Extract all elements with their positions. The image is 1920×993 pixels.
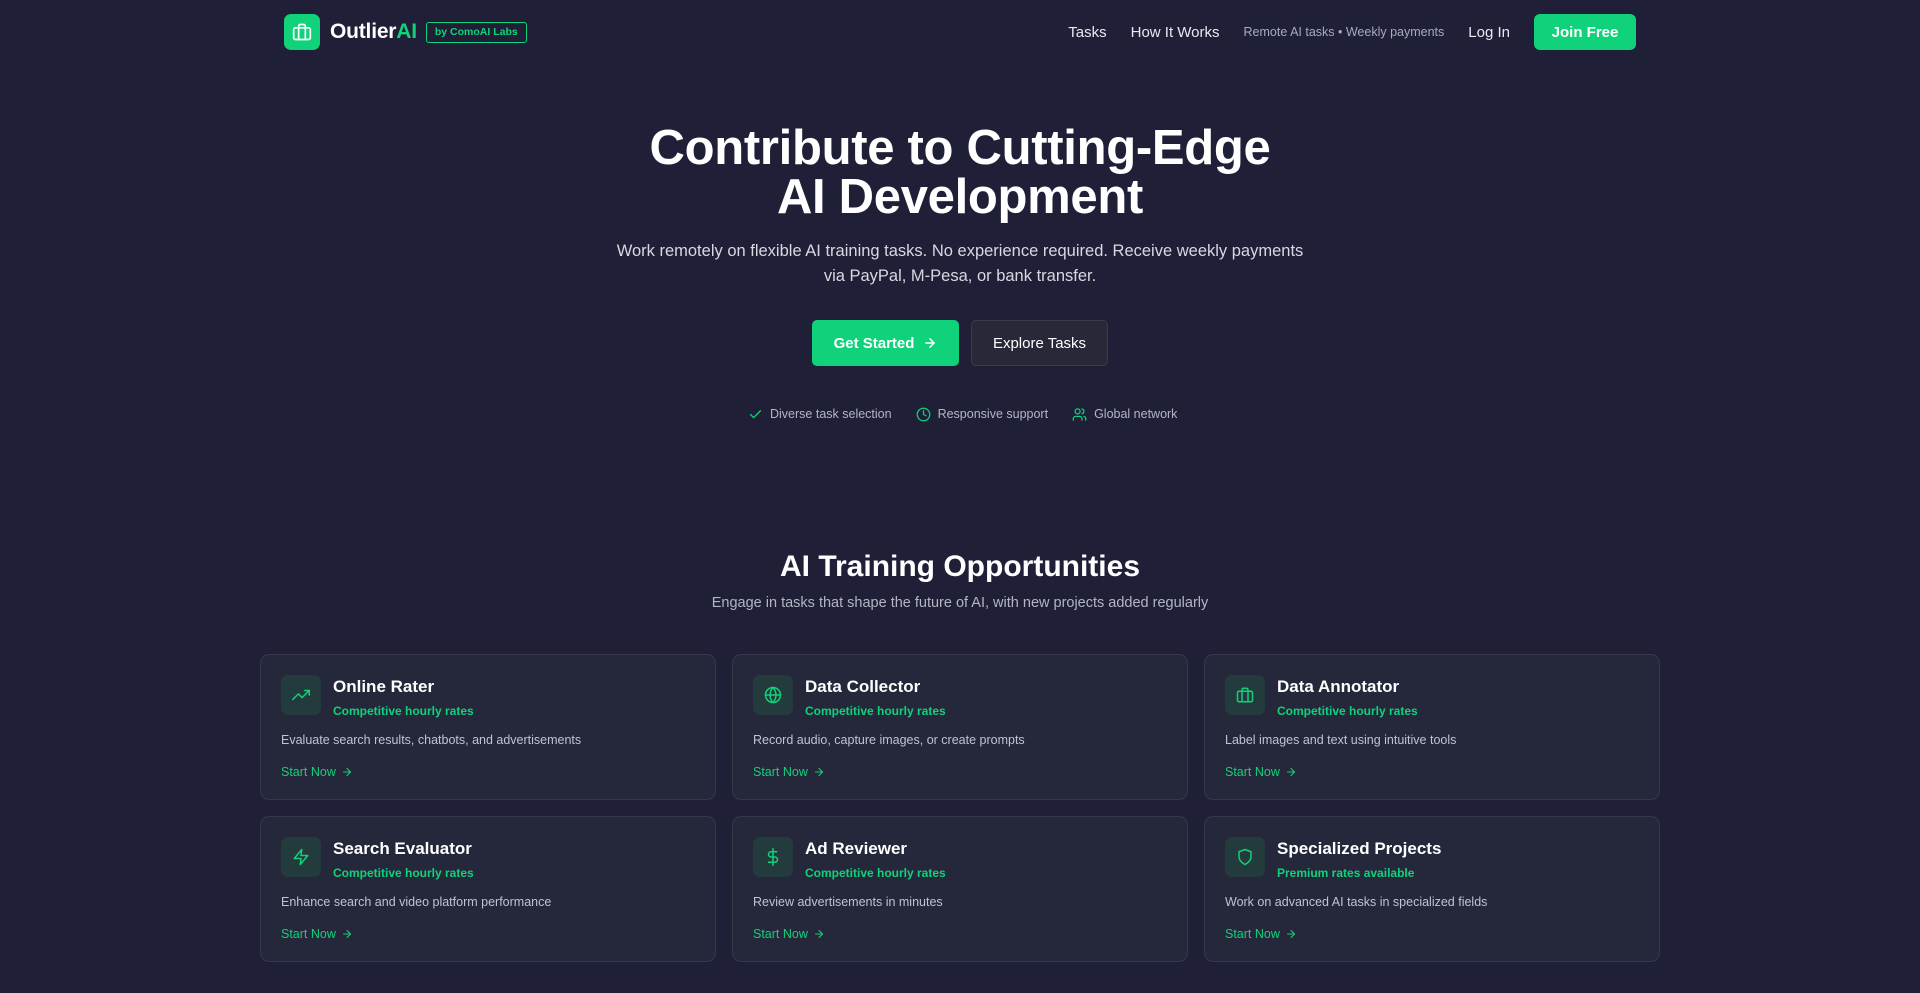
clock-icon (916, 407, 930, 421)
arrow-right-icon (814, 767, 823, 777)
hero-subtitle-line-2: via PayPal, M-Pesa, or bank transfer. (823, 266, 1097, 285)
shield-icon (1225, 837, 1265, 877)
card-title: Search Evaluator (333, 839, 472, 858)
card-data-collector: Data Collector Competitive hourly rates … (732, 654, 1188, 800)
get-started-button[interactable]: Get Started (812, 320, 959, 366)
start-now-link[interactable]: Start Now (281, 765, 353, 779)
card-rate: Competitive hourly rates (333, 704, 474, 718)
nav-link-how-it-works[interactable]: How It Works (1131, 24, 1220, 41)
nav-link-tasks[interactable]: Tasks (1068, 24, 1106, 41)
section-title: AI Training Opportunities (780, 550, 1140, 583)
hero-buttons: Get Started Explore Tasks (812, 320, 1108, 366)
hero-title-line-2: AI Development (776, 170, 1144, 224)
arrow-right-icon (342, 929, 351, 939)
join-free-button[interactable]: Join Free (1534, 14, 1636, 50)
arrow-right-icon (342, 767, 351, 777)
start-now-link[interactable]: Start Now (753, 765, 825, 779)
card-title: Specialized Projects (1277, 839, 1442, 858)
check-icon (749, 409, 762, 418)
card-search-evaluator: Search Evaluator Competitive hourly rate… (260, 816, 716, 962)
feature-item: Diverse task selection (748, 407, 892, 422)
brand-badge: by ComoAI Labs (425, 21, 527, 43)
start-now-link[interactable]: Start Now (1225, 765, 1297, 779)
card-title: Online Rater (333, 677, 435, 696)
nav-links: Tasks How It Works Remote AI tasks • Wee… (1068, 14, 1636, 50)
start-now-link[interactable]: Start Now (753, 927, 825, 941)
hero-title-line-1: Contribute to Cutting-Edge (649, 121, 1271, 175)
card-rate: Competitive hourly rates (333, 866, 474, 880)
card-ad-reviewer: Ad Reviewer Competitive hourly rates Rev… (732, 816, 1188, 962)
briefcase-icon (1225, 675, 1265, 715)
card-title: Ad Reviewer (805, 839, 908, 858)
start-now-label: Start Now (1225, 765, 1280, 779)
start-now-label: Start Now (281, 927, 336, 941)
start-now-label: Start Now (753, 765, 808, 779)
card-description: Work on advanced AI tasks in specialized… (1225, 895, 1488, 909)
opportunities-grid: Online Rater Competitive hourly rates Ev… (260, 654, 1660, 962)
start-now-link[interactable]: Start Now (1225, 927, 1297, 941)
brand[interactable]: OutlierAI by ComoAI Labs (284, 14, 527, 50)
brand-name: OutlierAI (330, 20, 417, 43)
start-now-link[interactable]: Start Now (281, 927, 353, 941)
top-nav: OutlierAI by ComoAI Labs Tasks How It Wo… (284, 14, 1636, 50)
card-rate: Competitive hourly rates (805, 704, 946, 718)
card-rate: Competitive hourly rates (1277, 704, 1418, 718)
card-specialized-projects: Specialized Projects Premium rates avail… (1204, 816, 1660, 962)
card-online-rater: Online Rater Competitive hourly rates Ev… (260, 654, 716, 800)
feature-item: Global network (1072, 407, 1177, 422)
login-link[interactable]: Log In (1468, 24, 1510, 41)
trending-up-icon (281, 675, 321, 715)
hero-features: Diverse task selection Responsive suppor… (748, 405, 1177, 423)
feature-label: Diverse task selection (770, 407, 892, 421)
card-description: Record audio, capture images, or create … (753, 733, 1025, 747)
start-now-label: Start Now (1225, 927, 1280, 941)
get-started-label: Get Started (833, 334, 915, 352)
start-now-label: Start Now (281, 765, 336, 779)
feature-item: Responsive support (916, 407, 1048, 422)
dollar-icon (753, 837, 793, 877)
users-icon (1072, 407, 1087, 421)
card-title: Data Annotator (1277, 677, 1400, 696)
hero-title: Contribute to Cutting-Edge AI Developmen… (560, 124, 1360, 222)
feature-label: Responsive support (937, 407, 1049, 421)
nav-tagline: Remote AI tasks • Weekly payments (1243, 25, 1445, 39)
arrow-right-icon (925, 338, 936, 348)
card-rate: Premium rates available (1277, 866, 1415, 880)
card-description: Review advertisements in minutes (753, 895, 943, 909)
card-data-annotator: Data Annotator Competitive hourly rates … (1204, 654, 1660, 800)
card-rate: Competitive hourly rates (805, 866, 946, 880)
arrow-right-icon (814, 929, 823, 939)
start-now-label: Start Now (753, 927, 808, 941)
zap-icon (281, 837, 321, 877)
arrow-right-icon (1286, 929, 1295, 939)
hero-subtitle-line-1: Work remotely on flexible AI training ta… (616, 242, 1304, 260)
section-subtitle: Engage in tasks that shape the future of… (711, 595, 1209, 611)
briefcase-logo-icon (284, 14, 320, 50)
explore-tasks-button[interactable]: Explore Tasks (971, 320, 1108, 366)
card-description: Evaluate search results, chatbots, and a… (281, 733, 582, 747)
card-description: Enhance search and video platform perfor… (281, 895, 552, 909)
hero-subtitle: Work remotely on flexible AI training ta… (610, 239, 1310, 288)
globe-icon (753, 675, 793, 715)
arrow-right-icon (1286, 767, 1295, 777)
card-title: Data Collector (805, 677, 921, 696)
card-description: Label images and text using intuitive to… (1225, 733, 1457, 747)
feature-label: Global network (1094, 407, 1178, 421)
